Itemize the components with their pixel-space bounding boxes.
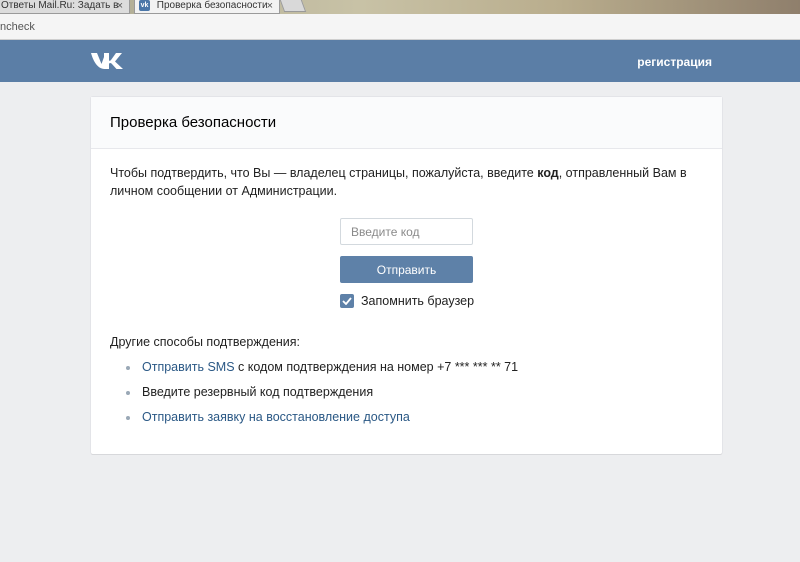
checkbox-checked-icon[interactable] — [340, 294, 354, 308]
vk-logo-icon[interactable] — [90, 51, 124, 71]
tab-label: Ответы Mail.Ru: Задать в — [1, 0, 119, 11]
close-icon[interactable]: × — [267, 0, 273, 12]
list-item[interactable]: Введите резервный код подтверждения — [126, 385, 518, 410]
code-input[interactable] — [340, 218, 473, 245]
remember-browser-checkbox[interactable]: Запомнить браузер — [340, 293, 474, 309]
register-link[interactable]: регистрация — [637, 55, 712, 69]
backup-code-option[interactable]: Введите резервный код подтверждения — [142, 385, 373, 399]
page-title: Проверка безопасности — [110, 114, 277, 131]
instruction-text: Чтобы подтвердить, что Вы — владелец стр… — [110, 166, 687, 198]
remember-browser-label[interactable]: Запомнить браузер — [361, 294, 474, 308]
sms-description: с кодом подтверждения на номер +7 *** **… — [234, 360, 519, 374]
browser-tabstrip: Ответы Mail.Ru: Задать в × vk Проверка б… — [0, 0, 800, 14]
close-icon[interactable]: × — [117, 0, 123, 12]
tab-label: Проверка безопасности — [156, 0, 268, 12]
send-sms-link[interactable]: Отправить SMS — [142, 360, 235, 374]
instruction-bold: код — [537, 166, 559, 180]
vk-favicon-icon: vk — [139, 0, 150, 11]
security-check-card: Проверка безопасности Чтобы подтвердить,… — [91, 97, 722, 454]
list-item: Отправить заявку на восстановление досту… — [126, 410, 518, 435]
list-item: Отправить SMS с кодом подтверждения на н… — [126, 360, 518, 385]
browser-tab-security-check[interactable]: vk Проверка безопасности × — [134, 0, 280, 14]
url-text[interactable]: ncheck — [0, 21, 35, 33]
new-tab-button[interactable] — [279, 0, 307, 12]
other-methods-list: Отправить SMS с кодом подтверждения на н… — [126, 360, 518, 435]
browser-tab-mailru[interactable]: Ответы Mail.Ru: Задать в × — [0, 0, 130, 14]
address-bar[interactable]: ncheck — [0, 14, 800, 40]
other-methods-title: Другие способы подтверждения: — [110, 335, 301, 349]
restore-access-link[interactable]: Отправить заявку на восстановление досту… — [142, 410, 410, 424]
submit-button[interactable]: Отправить — [340, 256, 473, 283]
